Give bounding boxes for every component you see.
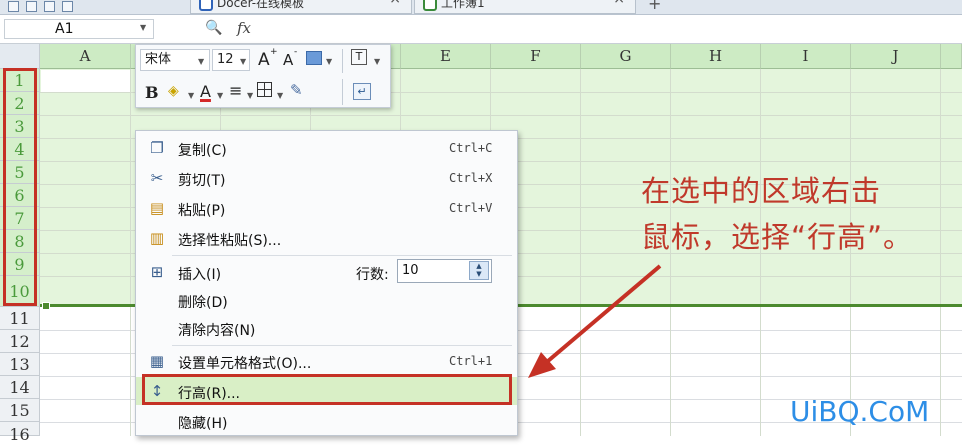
annotation-line-1: 在选中的区域右击 [641, 174, 882, 208]
annotation-arrow-shaft [546, 264, 662, 363]
watermark: UiBQ.CoM [790, 395, 930, 428]
annotation-text: 在选中的区域右击 鼠标，选择“行高”。 [641, 168, 961, 260]
annotation-line-2: 鼠标，选择“行高”。 [641, 220, 914, 254]
